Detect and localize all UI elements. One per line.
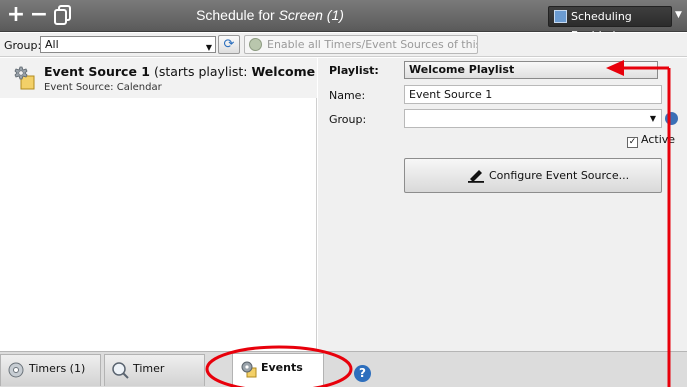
help-icon[interactable] [665,112,678,125]
active-checkbox-row[interactable]: ✓ Active [627,133,675,148]
group-field-label: Group: [329,113,367,126]
event-gear-icon [14,66,35,90]
scheduling-enabled-button[interactable]: Scheduling Enabled [548,6,672,42]
calendar-icon [554,10,567,23]
title-bar: + − Schedule for Screen (1) Scheduling E… [0,0,687,42]
schedule-window: + − Schedule for Screen (1) Scheduling E… [0,0,687,387]
group-toolbar: Group: All ▼ ⟳ Enable all Timers/Event S… [0,33,687,57]
event-starts-text: (starts playlist: [153,64,252,79]
help-icon[interactable]: ? [354,365,371,382]
name-label: Name: [329,89,366,102]
playlist-select[interactable]: Welcome Playlist [404,61,658,79]
group-label: Group: [4,39,42,52]
configure-label: Configure Event Source... [489,169,630,182]
window-title: Schedule for Screen (1) [0,7,540,23]
event-source-name: Event Source 1 [44,64,150,79]
title-prefix: Schedule for [196,7,279,23]
chevron-down-icon: ▼ [205,43,212,52]
event-source-list: Event Source 1 (starts playlist: Welcome… [0,58,376,351]
tab-timers[interactable]: Timers (1) [0,354,101,386]
tab-events[interactable]: Events (1) [232,353,324,387]
magnifier-icon [112,362,129,379]
active-label: Active [641,133,676,146]
tab-events-label: Events (1) [261,361,303,374]
title-screen: Screen (1) [278,7,344,23]
chevron-down-icon: ▼ [649,114,656,123]
refresh-icon: ⟳ [223,37,235,52]
event-source-type: Event Source: Calendar [44,82,162,93]
tab-timer-preview-label: Timer Preview [133,362,165,375]
tab-timers-label: Timers (1) [29,362,86,375]
name-field[interactable]: Event Source 1 [404,85,662,104]
list-item[interactable]: Event Source 1 (starts playlist: Welcome… [0,58,376,98]
enable-icon [249,38,262,51]
pencil-icon [468,170,484,183]
enable-all-label: Enable all Timers/Event Sources of this … [267,38,477,51]
event-details-pane: Playlist: Welcome Playlist Name: Event S… [318,58,687,351]
playlist-label: Playlist: [329,64,379,77]
group-filter-value: All [45,38,59,51]
bottom-tab-bar: Timers (1) Timer Preview Events (1) [0,351,687,387]
event-gear-icon [241,361,257,378]
configure-event-source-button[interactable]: Configure Event Source... [404,158,662,193]
timer-gear-icon [8,362,24,378]
tab-timer-preview[interactable]: Timer Preview [104,354,205,386]
chevron-down-icon[interactable]: ▼ [675,10,682,20]
refresh-button[interactable]: ⟳ [218,35,240,54]
group-select[interactable]: ▼ [404,109,662,128]
active-checkbox[interactable]: ✓ [627,137,638,148]
enable-all-button[interactable]: Enable all Timers/Event Sources of this … [244,35,478,54]
group-filter-select[interactable]: All ▼ [40,36,216,53]
